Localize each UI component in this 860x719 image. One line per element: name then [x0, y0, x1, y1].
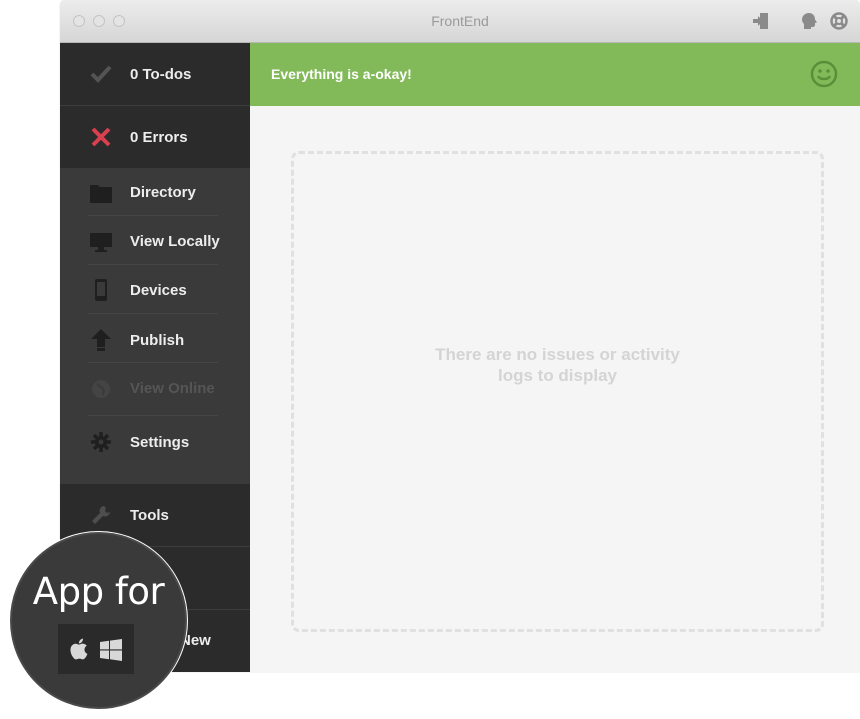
- empty-message-line-2: logs to display: [497, 366, 618, 385]
- gear-icon: [90, 431, 112, 453]
- smiley-icon: [810, 60, 838, 88]
- sidebar-item-publish[interactable]: Publish: [60, 315, 250, 363]
- divider: [88, 415, 218, 416]
- tools-label: Tools: [130, 507, 169, 524]
- divider: [88, 313, 218, 314]
- sidebar-item-todos[interactable]: 0 To-dos: [60, 43, 250, 105]
- status-banner: Everything is a-okay!: [250, 43, 860, 106]
- error-x-icon: [90, 126, 112, 148]
- view-online-label: View Online: [130, 380, 215, 397]
- window-title: FrontEnd: [431, 13, 489, 29]
- sidebar-item-devices[interactable]: Devices: [60, 266, 250, 314]
- user-head-icon[interactable]: [800, 12, 818, 30]
- app-platform-badge: App for: [10, 532, 187, 709]
- login-icon[interactable]: [752, 12, 770, 30]
- devices-label: Devices: [130, 282, 187, 299]
- publish-label: Publish: [130, 332, 185, 349]
- folder-icon: [90, 182, 112, 204]
- divider: [88, 264, 218, 265]
- todos-label: 0 To-dos: [130, 66, 192, 83]
- phone-icon: [90, 279, 112, 301]
- help-lifebuoy-icon[interactable]: [830, 12, 848, 30]
- sidebar-item-view-online[interactable]: View Online: [60, 364, 250, 414]
- activity-drop-zone[interactable]: There are no issues or activity logs to …: [291, 151, 824, 632]
- sidebar-item-errors[interactable]: 0 Errors: [60, 106, 250, 168]
- checkmark-icon: [90, 63, 112, 85]
- apple-icon: [70, 638, 88, 660]
- status-message: Everything is a-okay!: [271, 66, 412, 82]
- settings-label: Settings: [130, 434, 190, 451]
- directory-label: Directory: [130, 184, 196, 201]
- sidebar-item-directory[interactable]: Directory: [60, 168, 250, 216]
- divider: [88, 362, 218, 363]
- errors-label: 0 Errors: [130, 129, 188, 146]
- monitor-icon: [90, 231, 112, 253]
- view-locally-label: View Locally: [130, 233, 220, 250]
- globe-icon: [90, 378, 112, 400]
- divider: [88, 215, 218, 216]
- empty-state-message: There are no issues or activity logs to …: [294, 344, 821, 386]
- badge-title: App for: [32, 570, 165, 613]
- wrench-icon: [90, 504, 112, 526]
- title-bar: FrontEnd: [60, 0, 860, 43]
- sidebar-item-settings[interactable]: Settings: [60, 417, 250, 467]
- upload-arrow-icon: [90, 329, 112, 351]
- main-panel: Everything is a-okay! There are no issue…: [250, 43, 860, 672]
- empty-message-line-1: There are no issues or activity: [435, 345, 680, 364]
- platform-icons: [58, 624, 134, 674]
- sidebar-item-view-locally[interactable]: View Locally: [60, 217, 250, 265]
- windows-icon: [100, 639, 122, 661]
